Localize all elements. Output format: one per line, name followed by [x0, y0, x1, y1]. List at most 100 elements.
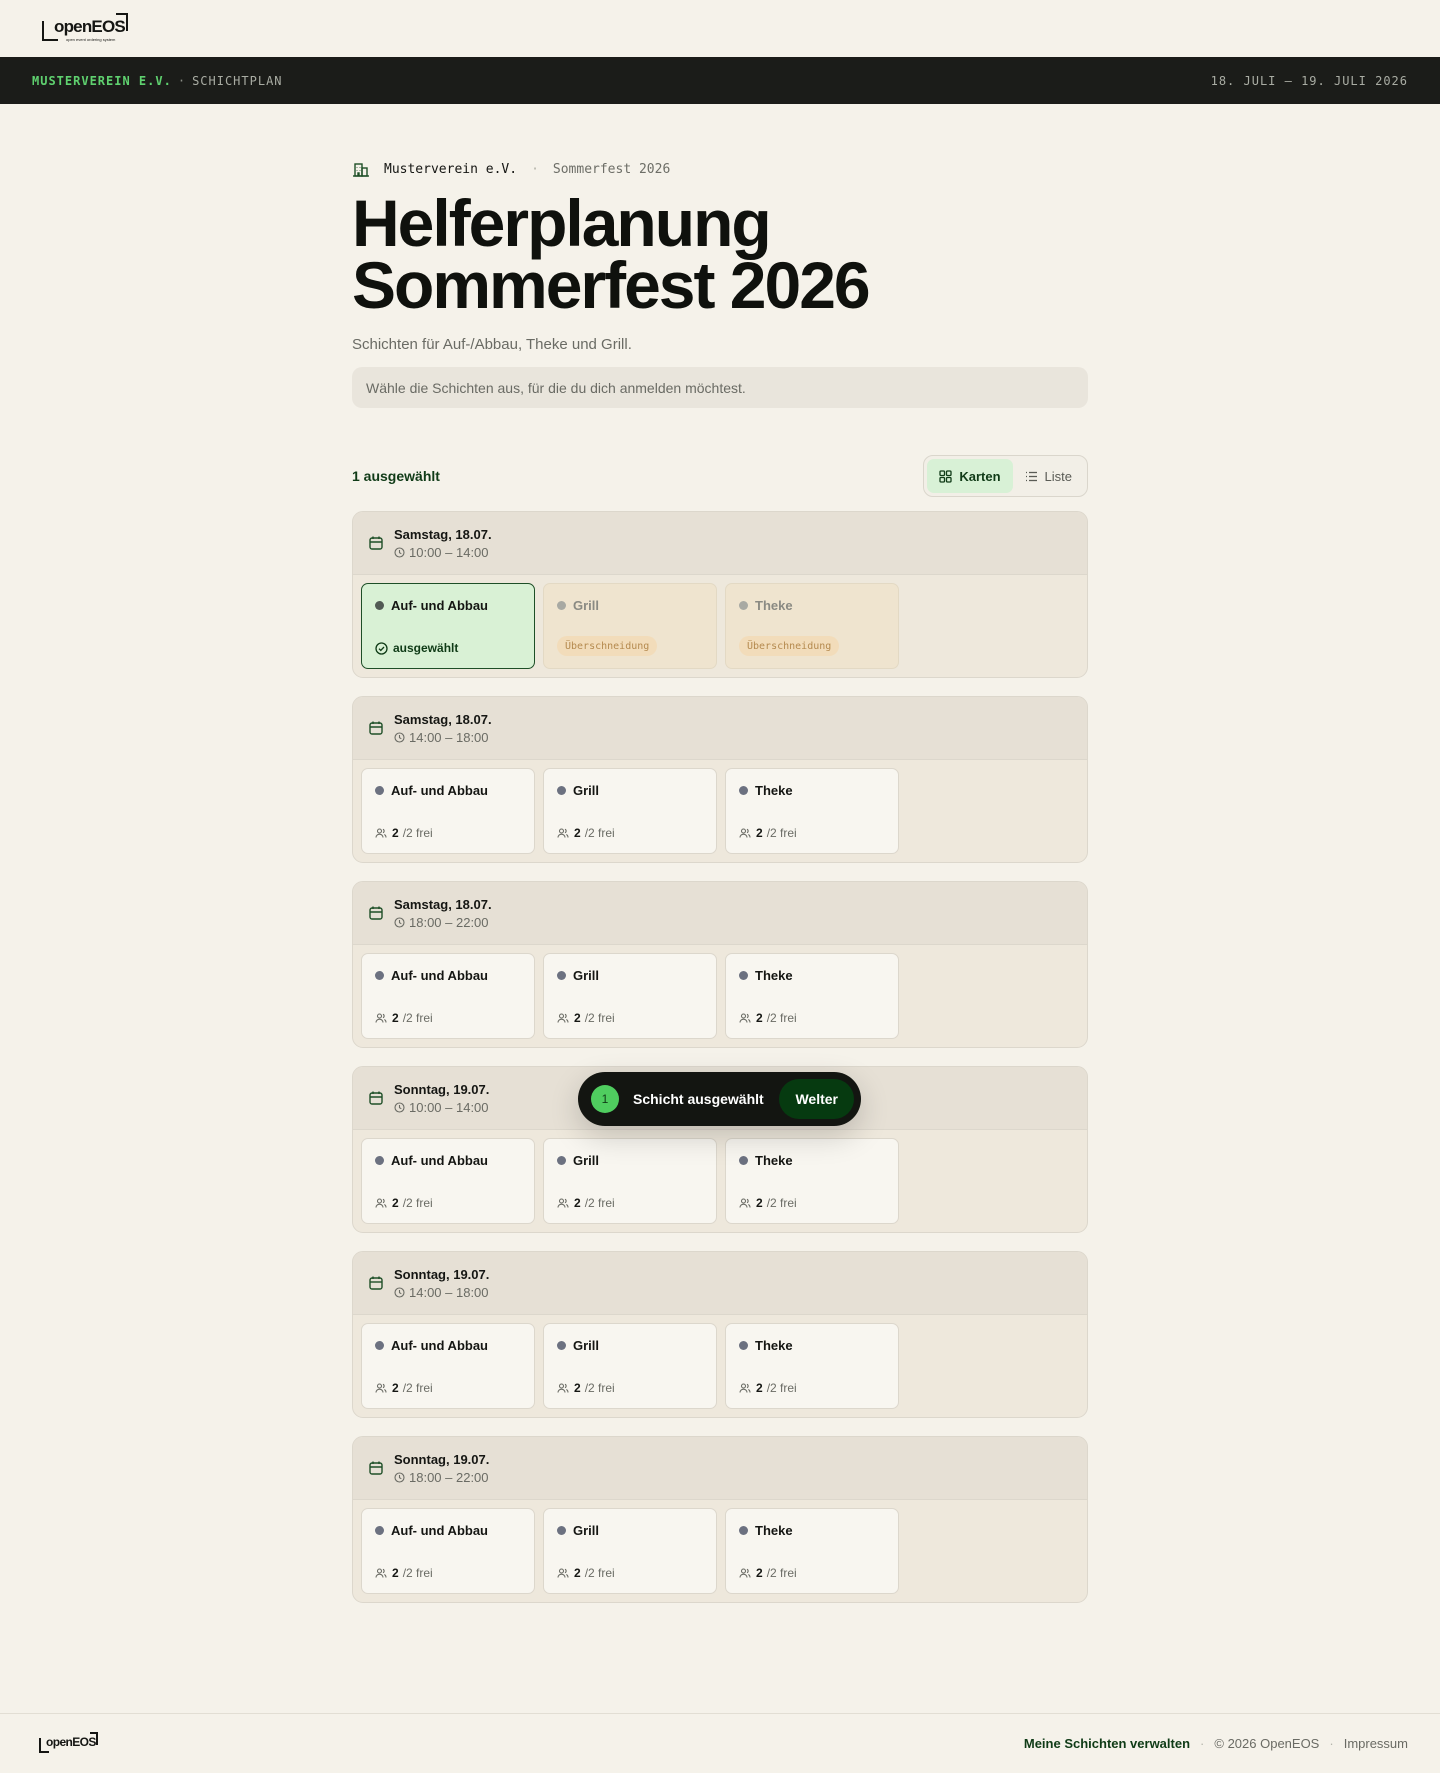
- breadcrumb: Musterverein e.V. · Sommerfest 2026: [352, 156, 1088, 182]
- free-count: 2: [574, 826, 581, 840]
- selection-bar: 1 Schicht ausgewählt Welter: [578, 1072, 861, 1126]
- footer-logo[interactable]: openEOS: [38, 1731, 100, 1756]
- top-header: openEOS open event ordering system: [0, 0, 1440, 57]
- shift-card[interactable]: Theke 2/2 frei: [725, 953, 899, 1039]
- shift-slot: Sonntag, 19.07. 18:00 – 22:00 Auf- und Abb…: [352, 1436, 1088, 1603]
- shift-card-title: Theke: [739, 968, 885, 983]
- role-dot: [739, 1341, 748, 1350]
- role-dot: [557, 601, 566, 610]
- shift-card[interactable]: Auf- und Abbau 2/2 frei: [361, 953, 535, 1039]
- capacity-label: /2 frei: [402, 1011, 433, 1025]
- slot-time: 18:00 – 22:00: [394, 915, 492, 930]
- calendar-icon: [369, 906, 383, 920]
- breadcrumb-org[interactable]: Musterverein e.V.: [384, 162, 517, 177]
- users-icon: [375, 1568, 387, 1578]
- role-dot: [739, 1526, 748, 1535]
- toolbar: 1 ausgewählt Karten Liste: [352, 455, 1088, 497]
- shift-card[interactable]: Theke 2/2 frei: [725, 1508, 899, 1594]
- selected-count: 1 ausgewählt: [352, 468, 440, 484]
- view-cards-label: Karten: [959, 468, 1001, 484]
- shift-slot-header: Sonntag, 19.07. 14:00 – 18:00: [353, 1252, 1087, 1315]
- shift-card[interactable]: Auf- und Abbau 2/2 frei: [361, 768, 535, 854]
- shift-role-name: Theke: [755, 1153, 793, 1168]
- breadcrumb-event: Sommerfest 2026: [552, 161, 671, 177]
- shift-card-title: Theke: [739, 1153, 885, 1168]
- users-icon: [557, 1013, 569, 1023]
- availability: 2/2 frei: [375, 1196, 433, 1210]
- shift-card-title: Theke: [739, 783, 885, 798]
- role-dot: [375, 601, 384, 610]
- page-title: Helferplanung Sommerfest 2026: [352, 190, 1088, 318]
- event-bar-section: SCHICHTPLAN: [192, 73, 283, 88]
- capacity-label: /2 frei: [584, 1011, 615, 1025]
- shift-card-title: Auf- und Abbau: [375, 1338, 521, 1353]
- role-dot: [557, 1526, 566, 1535]
- overlap-badge: Überschneidung: [739, 636, 840, 656]
- shift-card[interactable]: Auf- und Abbau 2/2 frei: [361, 1138, 535, 1224]
- shift-card[interactable]: Auf- und Abbau 2/2 frei: [361, 1508, 535, 1594]
- selection-bar-text: Schicht ausgewählt: [633, 1091, 764, 1107]
- users-icon: [739, 1383, 751, 1393]
- view-cards-button[interactable]: Karten: [927, 459, 1013, 493]
- shift-role-name: Auf- und Abbau: [391, 598, 488, 613]
- shift-role-name: Auf- und Abbau: [391, 1153, 488, 1168]
- availability: 2/2 frei: [375, 826, 433, 840]
- shift-card[interactable]: Theke 2/2 frei: [725, 1138, 899, 1224]
- availability: 2/2 frei: [739, 1011, 797, 1025]
- availability: 2/2 frei: [557, 1381, 615, 1395]
- shift-card-title: Grill: [557, 783, 703, 798]
- openeos-logo[interactable]: openEOS open event ordering system: [40, 12, 132, 45]
- shift-role-name: Theke: [755, 783, 793, 798]
- grid-icon: [939, 469, 952, 483]
- shift-card[interactable]: Grill 2/2 frei: [543, 1138, 717, 1224]
- users-icon: [557, 1383, 569, 1393]
- capacity-label: /2 frei: [584, 1566, 615, 1580]
- imprint-link[interactable]: Impressum: [1344, 1736, 1408, 1751]
- free-count: 2: [392, 1381, 399, 1395]
- shift-card[interactable]: Theke 2/2 frei: [725, 1323, 899, 1409]
- availability: 2/2 frei: [739, 1196, 797, 1210]
- shift-card-title: Auf- und Abbau: [375, 1153, 521, 1168]
- shift-card[interactable]: Grill 2/2 frei: [543, 768, 717, 854]
- clock-icon: [394, 731, 405, 743]
- users-icon: [739, 828, 751, 838]
- shift-card-title: Theke: [739, 1338, 885, 1353]
- users-icon: [375, 1013, 387, 1023]
- logo-wordmark: openEOS: [54, 16, 126, 36]
- role-dot: [739, 971, 748, 980]
- manage-shifts-link[interactable]: Meine Schichten verwalten: [1024, 1736, 1190, 1751]
- role-dot: [375, 1156, 384, 1165]
- view-list-button[interactable]: Liste: [1013, 459, 1084, 493]
- breadcrumb-separator: ·: [531, 161, 539, 177]
- role-dot: [739, 786, 748, 795]
- slot-time-label: 18:00 – 22:00: [409, 914, 489, 930]
- shift-role-name: Grill: [573, 1153, 600, 1168]
- shift-card[interactable]: Auf- und Abbau 2/2 frei: [361, 1323, 535, 1409]
- shift-card[interactable]: Grill 2/2 frei: [543, 1323, 717, 1409]
- building-icon: [353, 163, 369, 177]
- shift-card[interactable]: Grill 2/2 frei: [543, 1508, 717, 1594]
- slot-time: 14:00 – 18:00: [394, 730, 492, 745]
- view-toggle: Karten Liste: [923, 455, 1088, 497]
- free-count: 2: [392, 826, 399, 840]
- shift-card[interactable]: Grill 2/2 frei: [543, 953, 717, 1039]
- footer-separator: ·: [1329, 1736, 1334, 1751]
- shift-role-name: Auf- und Abbau: [391, 968, 488, 983]
- continue-button[interactable]: Welter: [779, 1079, 854, 1119]
- capacity-label: /2 frei: [766, 1381, 797, 1395]
- shift-role-name: Auf- und Abbau: [391, 1523, 488, 1538]
- slot-time: 18:00 – 22:00: [394, 1470, 489, 1485]
- shift-slot-header: Samstag, 18.07. 14:00 – 18:00: [353, 697, 1087, 760]
- shift-role-name: Theke: [755, 598, 793, 613]
- role-dot: [375, 1526, 384, 1535]
- shift-card-title: Grill: [557, 968, 703, 983]
- shift-card-title: Auf- und Abbau: [375, 968, 521, 983]
- event-bar-org: MUSTERVEREIN E.V.: [32, 73, 172, 88]
- shift-card[interactable]: Theke 2/2 frei: [725, 768, 899, 854]
- shift-role-name: Auf- und Abbau: [391, 1338, 488, 1353]
- role-dot: [557, 971, 566, 980]
- shift-card[interactable]: Auf- und Abbau ausgewählt: [361, 583, 535, 669]
- availability: 2/2 frei: [557, 1011, 615, 1025]
- slot-day: Samstag, 18.07.: [394, 711, 492, 727]
- slot-time: 10:00 – 14:00: [394, 1100, 489, 1115]
